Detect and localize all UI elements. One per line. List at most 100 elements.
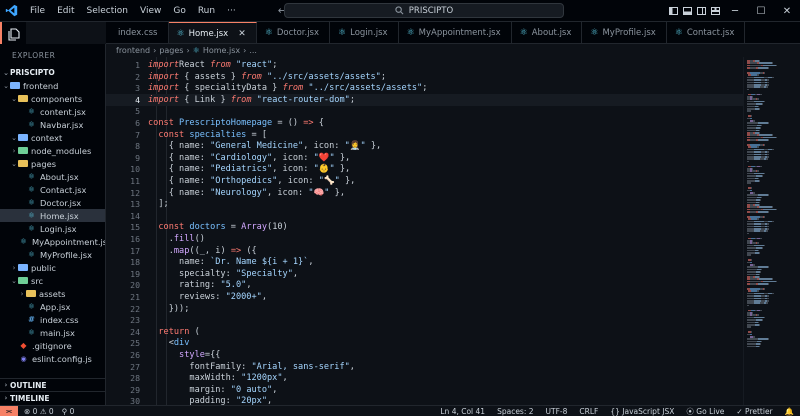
ports-indicator[interactable]: ⚲ 0 (62, 407, 75, 416)
tree-file[interactable]: ⚛ MyAppointment.jsx (0, 235, 105, 248)
code-line[interactable]: 28 maxWidth: "1200px", (106, 372, 743, 384)
code-line[interactable]: 26 style={{ (106, 349, 743, 361)
tree-file[interactable]: ⚛ App.jsx (0, 300, 105, 313)
code-line[interactable]: 29 margin: "0 auto", (106, 384, 743, 396)
language-mode[interactable]: {} JavaScript JSX (610, 407, 674, 416)
menu-file[interactable]: File (24, 6, 51, 16)
minimap-line (759, 276, 760, 278)
editor-tab[interactable]: ⚛ About.jsx (512, 22, 583, 43)
maximize-icon[interactable]: ☐ (748, 0, 774, 22)
code-line[interactable]: 9 { name: "Cardiology", icon: "❤️" }, (106, 152, 743, 164)
code-line[interactable]: 3 import { specialityData } from "../src/… (106, 82, 743, 94)
breadcrumb-frontend[interactable]: frontend (116, 46, 150, 55)
code-editor[interactable]: 1 importReact from "react"; 2 import { asse… (106, 57, 743, 405)
tree-folder[interactable]: ⌄ context (0, 131, 105, 144)
cursor-position[interactable]: Ln 4, Col 41 (440, 407, 485, 416)
menu-selection[interactable]: Selection (81, 6, 134, 16)
editor-tab[interactable]: ⚛ Login.jsx (330, 22, 399, 43)
code-line[interactable]: 30 padding: "20px", (106, 395, 743, 405)
customize-layout-icon[interactable] (708, 0, 722, 22)
code-token: PrescriptoHomepage (179, 118, 273, 128)
code-line[interactable]: 7 const specialties = [ (106, 129, 743, 141)
close-tab-icon[interactable]: ✕ (238, 29, 246, 39)
code-line[interactable]: 14 (106, 210, 743, 222)
code-line[interactable]: 21 reviews: "2000+", (106, 291, 743, 303)
tree-file[interactable]: ⚛ Contact.jsx (0, 183, 105, 196)
minimap[interactable] (743, 57, 800, 405)
tree-folder[interactable]: ⌄ pages (0, 157, 105, 170)
close-window-icon[interactable]: ✕ (774, 0, 800, 22)
project-root[interactable]: ⌄ PRISCIPTO (0, 66, 105, 79)
tree-file[interactable]: # index.css (0, 313, 105, 326)
code-line[interactable]: 13 ]; (106, 198, 743, 210)
code-line[interactable]: 19 specialty: "Specialty", (106, 268, 743, 280)
problems-indicator[interactable]: ⊗ 0 ⚠ 0 (24, 407, 54, 416)
command-center-search[interactable]: PRISCIPTO (284, 3, 564, 18)
notifications-bell-icon[interactable]: 🔔 (785, 407, 794, 416)
code-line[interactable]: 5 (106, 105, 743, 117)
tree-folder[interactable]: ⌄ frontend (0, 79, 105, 92)
end-of-line[interactable]: CRLF (579, 407, 598, 416)
prettier-status[interactable]: ✓ Prettier (736, 407, 772, 416)
menu-view[interactable]: View (134, 6, 167, 16)
indentation[interactable]: Spaces: 2 (497, 407, 533, 416)
tree-file[interactable]: ⚛ Navbar.jsx (0, 118, 105, 131)
tree-file[interactable]: ◆ .gitignore (0, 339, 105, 352)
tree-folder[interactable]: › assets (0, 287, 105, 300)
code-line[interactable]: 8 { name: "General Medicine", icon: "👩‍⚕… (106, 140, 743, 152)
code-line[interactable]: 17 .map((_, i) => ({ (106, 245, 743, 257)
breadcrumb-symbol[interactable]: ... (249, 46, 257, 55)
menu-go[interactable]: Go (167, 6, 191, 16)
remote-indicator-icon[interactable]: ⫘ (0, 405, 18, 416)
code-line[interactable]: 10 { name: "Pediatrics", icon: "👶" }, (106, 163, 743, 175)
explorer-icon[interactable] (0, 22, 26, 46)
tree-folder[interactable]: ⌄ components (0, 92, 105, 105)
tree-folder[interactable]: › public (0, 261, 105, 274)
code-line[interactable]: 1 importReact from "react"; (106, 59, 743, 71)
tree-file[interactable]: ⚛ About.jsx (0, 170, 105, 183)
editor-tab[interactable]: ⚛ Home.jsx ✕ (168, 22, 257, 43)
editor-tab[interactable]: ⚛ Contact.jsx (667, 22, 746, 43)
minimize-icon[interactable]: ─ (722, 0, 748, 22)
code-line[interactable]: 24 return ( (106, 326, 743, 338)
editor-tab[interactable]: index.css (106, 22, 169, 43)
code-line[interactable]: 2 import { assets } from "../src/assets/a… (106, 71, 743, 83)
code-line[interactable]: 20 rating: "5.0", (106, 279, 743, 291)
code-line[interactable]: 6 const PrescriptoHomepage = () => { (106, 117, 743, 129)
menu-edit[interactable]: Edit (51, 6, 80, 16)
tree-file[interactable]: ⚛ main.jsx (0, 326, 105, 339)
minimap-line (754, 76, 764, 79)
outline-section[interactable]: › OUTLINE (0, 378, 106, 391)
code-line[interactable]: 12 { name: "Neurology", icon: "🧠" }, (106, 187, 743, 199)
tree-file[interactable]: ⚛ Login.jsx (0, 222, 105, 235)
editor-tab[interactable]: ⚛ Doctor.jsx (257, 22, 331, 43)
tree-file[interactable]: ⚛ content.jsx (0, 105, 105, 118)
editor-tab[interactable]: ⚛ MyProfile.jsx (582, 22, 667, 43)
tree-folder[interactable]: › node_modules (0, 144, 105, 157)
tree-file[interactable]: ◉ eslint.config.js (0, 352, 105, 365)
code-line[interactable]: 11 { name: "Orthopedics", icon: "🦴" }, (106, 175, 743, 187)
tree-file[interactable]: ⚛ MyProfile.jsx (0, 248, 105, 261)
breadcrumb-file[interactable]: Home.jsx (203, 46, 240, 55)
tree-file[interactable]: ⚛ Doctor.jsx (0, 196, 105, 209)
code-line[interactable]: 23 (106, 314, 743, 326)
tree-file[interactable]: ⚛ Home.jsx (0, 209, 105, 222)
code-line[interactable]: 16 .fill() (106, 233, 743, 245)
code-line[interactable]: 15 const doctors = Array(10) (106, 221, 743, 233)
code-line[interactable]: 27 fontFamily: "Arial, sans-serif", (106, 361, 743, 373)
toggle-sidebar-icon[interactable] (666, 0, 680, 22)
encoding[interactable]: UTF-8 (546, 407, 568, 416)
code-line[interactable]: 4 import { Link } from "react-router-dom"… (106, 93, 743, 106)
menu-run[interactable]: Run (192, 6, 221, 16)
breadcrumb-pages[interactable]: pages (159, 46, 183, 55)
editor-tab[interactable]: ⚛ MyAppointment.jsx (399, 22, 512, 43)
code-line[interactable]: 22 })); (106, 303, 743, 315)
tree-folder[interactable]: ⌄ src (0, 274, 105, 287)
toggle-panel-icon[interactable] (680, 0, 694, 22)
code-line[interactable]: 18 name: `Dr. Name ${i + 1}`, (106, 256, 743, 268)
go-live-button[interactable]: ⦿ Go Live (686, 406, 724, 416)
toggle-secondary-sidebar-icon[interactable] (694, 0, 708, 22)
menu-more[interactable]: ··· (221, 6, 242, 16)
timeline-section[interactable]: › TIMELINE (0, 391, 106, 404)
code-line[interactable]: 25 <div (106, 337, 743, 349)
